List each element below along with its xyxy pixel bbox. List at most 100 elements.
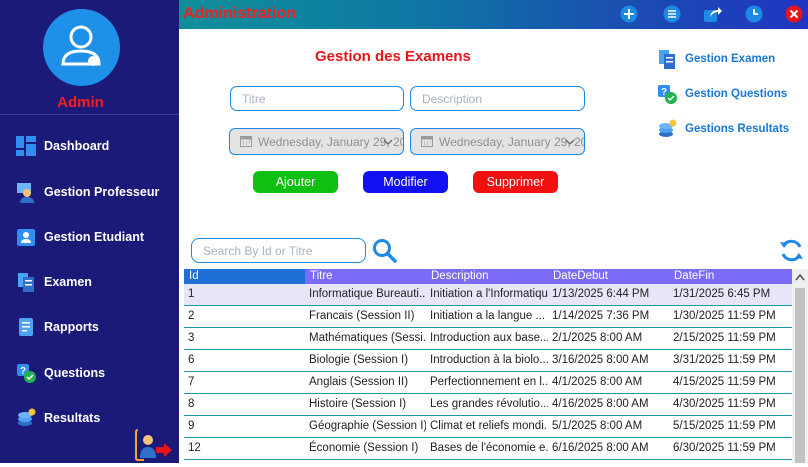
sidebar-item-dashboard[interactable]: Dashboard — [0, 128, 179, 164]
table-row[interactable]: 6 Biologie (Session I) Introduction à la b… — [184, 350, 792, 372]
table-cell-datefin: 3/31/2025 11:59 PM — [673, 354, 776, 366]
table-cell-datedebut: 2/1/2025 8:00 AM — [552, 332, 643, 344]
column-header-description[interactable]: Description — [426, 269, 548, 284]
table-cell-datedebut: 3/16/2025 8:00 AM — [552, 354, 649, 366]
date-fin-picker[interactable]: Wednesday, January 29, 2025 — [410, 128, 585, 155]
table-cell-description: Perfectionnement en l... — [430, 376, 548, 388]
column-header-datefin[interactable]: DateFin — [669, 269, 792, 284]
table-row[interactable]: 1 Informatique Bureauti... Initiation a l'… — [184, 284, 792, 306]
list-icon — [663, 5, 681, 23]
dashboard-icon — [14, 134, 38, 158]
sidebar-item-questions[interactable]: ? Questions — [0, 355, 179, 391]
table-cell-description: Initiation a l'Informatiqu... — [430, 288, 548, 300]
table-cell-titre: Biologie (Session I) — [309, 354, 409, 366]
table-cell-titre: Géographie (Session I) — [309, 420, 426, 432]
sidebar-item-gestion-etudiant[interactable]: Gestion Etudiant — [0, 219, 179, 255]
modifier-button[interactable]: Modifier — [363, 171, 448, 193]
table-cell-id: 1 — [188, 288, 195, 300]
table-cell-datedebut: 6/16/2025 8:00 AM — [552, 442, 649, 454]
sidebar-item-label: Rapports — [44, 320, 99, 334]
table-cell-id: 7 — [188, 376, 195, 388]
table-cell-description: Initiation a la langue ... — [430, 310, 546, 322]
sidebar-item-label: Resultats — [44, 411, 101, 425]
scroll-up-icon[interactable] — [795, 273, 805, 281]
table-cell-datedebut: 5/1/2025 8:00 AM — [552, 420, 643, 432]
menu-button[interactable] — [662, 4, 682, 24]
sidebar-item-gestion-professeur[interactable]: Gestion Professeur — [0, 174, 179, 210]
gestions-resultats-link[interactable]: Gestions Resultats — [656, 117, 789, 141]
table-cell-titre: Anglais (Session II) — [309, 376, 409, 388]
results-icon — [14, 406, 38, 430]
table-scrollbar[interactable] — [792, 269, 808, 463]
sidebar: Admin Dashboard Gestion Professeur Gesti… — [0, 0, 179, 463]
gestion-examen-link[interactable]: Gestion Examen — [656, 47, 775, 71]
sidebar-item-rapports[interactable]: Rapports — [0, 309, 179, 345]
sidebar-item-label: Questions — [44, 366, 106, 380]
table-header: Id Titre Description DateDebut DateFin — [184, 269, 792, 284]
column-header-id[interactable]: Id — [184, 269, 305, 284]
table-cell-datefin: 1/31/2025 6:45 PM — [673, 288, 771, 300]
teacher-icon — [14, 180, 38, 204]
top-bar: Administration — [179, 0, 808, 29]
questions-icon: ? — [14, 361, 38, 385]
student-icon — [14, 225, 38, 249]
table-cell-datedebut: 1/13/2025 6:44 PM — [552, 288, 650, 300]
ajouter-button[interactable]: Ajouter — [253, 171, 338, 193]
sidebar-item-examen[interactable]: Examen — [0, 264, 179, 300]
close-icon — [785, 5, 803, 23]
table-cell-description: Les grandes révolutio... — [430, 398, 548, 410]
gestion-examen-label: Gestion Examen — [685, 53, 776, 65]
table-cell-id: 3 — [188, 332, 195, 344]
app-title: Administration — [183, 5, 296, 22]
scrollbar-thumb[interactable] — [795, 288, 805, 463]
table-row[interactable]: 2 Francais (Session II) Initiation a la la… — [184, 306, 792, 328]
table-cell-datefin: 6/30/2025 11:59 PM — [673, 442, 776, 454]
sidebar-item-label: Gestion Professeur — [44, 185, 160, 199]
table-body: 1 Informatique Bureauti... Initiation a l'… — [184, 284, 792, 460]
table-row[interactable]: 9 Géographie (Session I) Climat et reliefs… — [184, 416, 792, 438]
gestion-questions-link[interactable]: ? Gestion Questions — [656, 82, 787, 106]
column-header-titre[interactable]: Titre — [305, 269, 426, 284]
share-icon — [704, 7, 722, 22]
user-avatar — [43, 9, 120, 86]
chevron-down-icon[interactable] — [383, 139, 393, 145]
search-icon[interactable] — [372, 238, 397, 263]
table-row[interactable]: 3 Mathématiques (Sessi... Introduction aux… — [184, 328, 792, 350]
table-cell-id: 12 — [188, 442, 201, 454]
table-cell-datedebut: 1/14/2025 7:36 PM — [552, 310, 650, 322]
user-role-label: Admin — [57, 94, 104, 111]
calendar-icon — [240, 136, 252, 147]
table-cell-datefin: 2/15/2025 11:59 PM — [673, 332, 776, 344]
logout-icon — [135, 429, 172, 461]
table-cell-titre: Francais (Session II) — [309, 310, 415, 322]
description-input[interactable]: Description — [410, 86, 585, 111]
share-button[interactable] — [703, 4, 723, 24]
gestion-questions-label: Gestion Questions — [685, 88, 788, 100]
table-cell-description: Introduction aux base... — [430, 332, 548, 344]
exam-icon — [659, 50, 675, 69]
table-cell-id: 9 — [188, 420, 195, 432]
exams-table: Id Titre Description DateDebut DateFin 1… — [184, 269, 792, 460]
column-header-datedebut[interactable]: DateDebut — [548, 269, 669, 284]
table-cell-datedebut: 4/1/2025 8:00 AM — [552, 376, 643, 388]
titre-input[interactable]: Titre — [230, 86, 404, 111]
report-icon — [14, 315, 38, 339]
close-button[interactable] — [784, 4, 804, 24]
table-row[interactable]: 12 Économie (Session I) Bases de l'économi… — [184, 438, 792, 460]
search-input[interactable]: Search By Id or Titre — [191, 238, 366, 263]
table-cell-datedebut: 4/16/2025 8:00 AM — [552, 398, 649, 410]
add-button[interactable] — [619, 4, 639, 24]
chevron-down-icon[interactable] — [565, 139, 575, 145]
sidebar-item-label: Dashboard — [44, 139, 110, 153]
refresh-icon[interactable] — [778, 237, 805, 264]
supprimer-button[interactable]: Supprimer — [473, 171, 558, 193]
date-debut-picker[interactable]: Wednesday, January 29, 2025 — [229, 128, 404, 155]
logout-button[interactable] — [134, 428, 174, 462]
table-cell-titre: Histoire (Session I) — [309, 398, 407, 410]
history-button[interactable] — [744, 4, 764, 24]
table-row[interactable]: 7 Anglais (Session II) Perfectionnement en… — [184, 372, 792, 394]
table-row[interactable]: 8 Histoire (Session I) Les grandes révolut… — [184, 394, 792, 416]
gestions-resultats-label: Gestions Resultats — [685, 123, 790, 135]
plus-icon — [620, 5, 638, 23]
table-cell-description: Climat et reliefs mondi... — [430, 420, 548, 432]
